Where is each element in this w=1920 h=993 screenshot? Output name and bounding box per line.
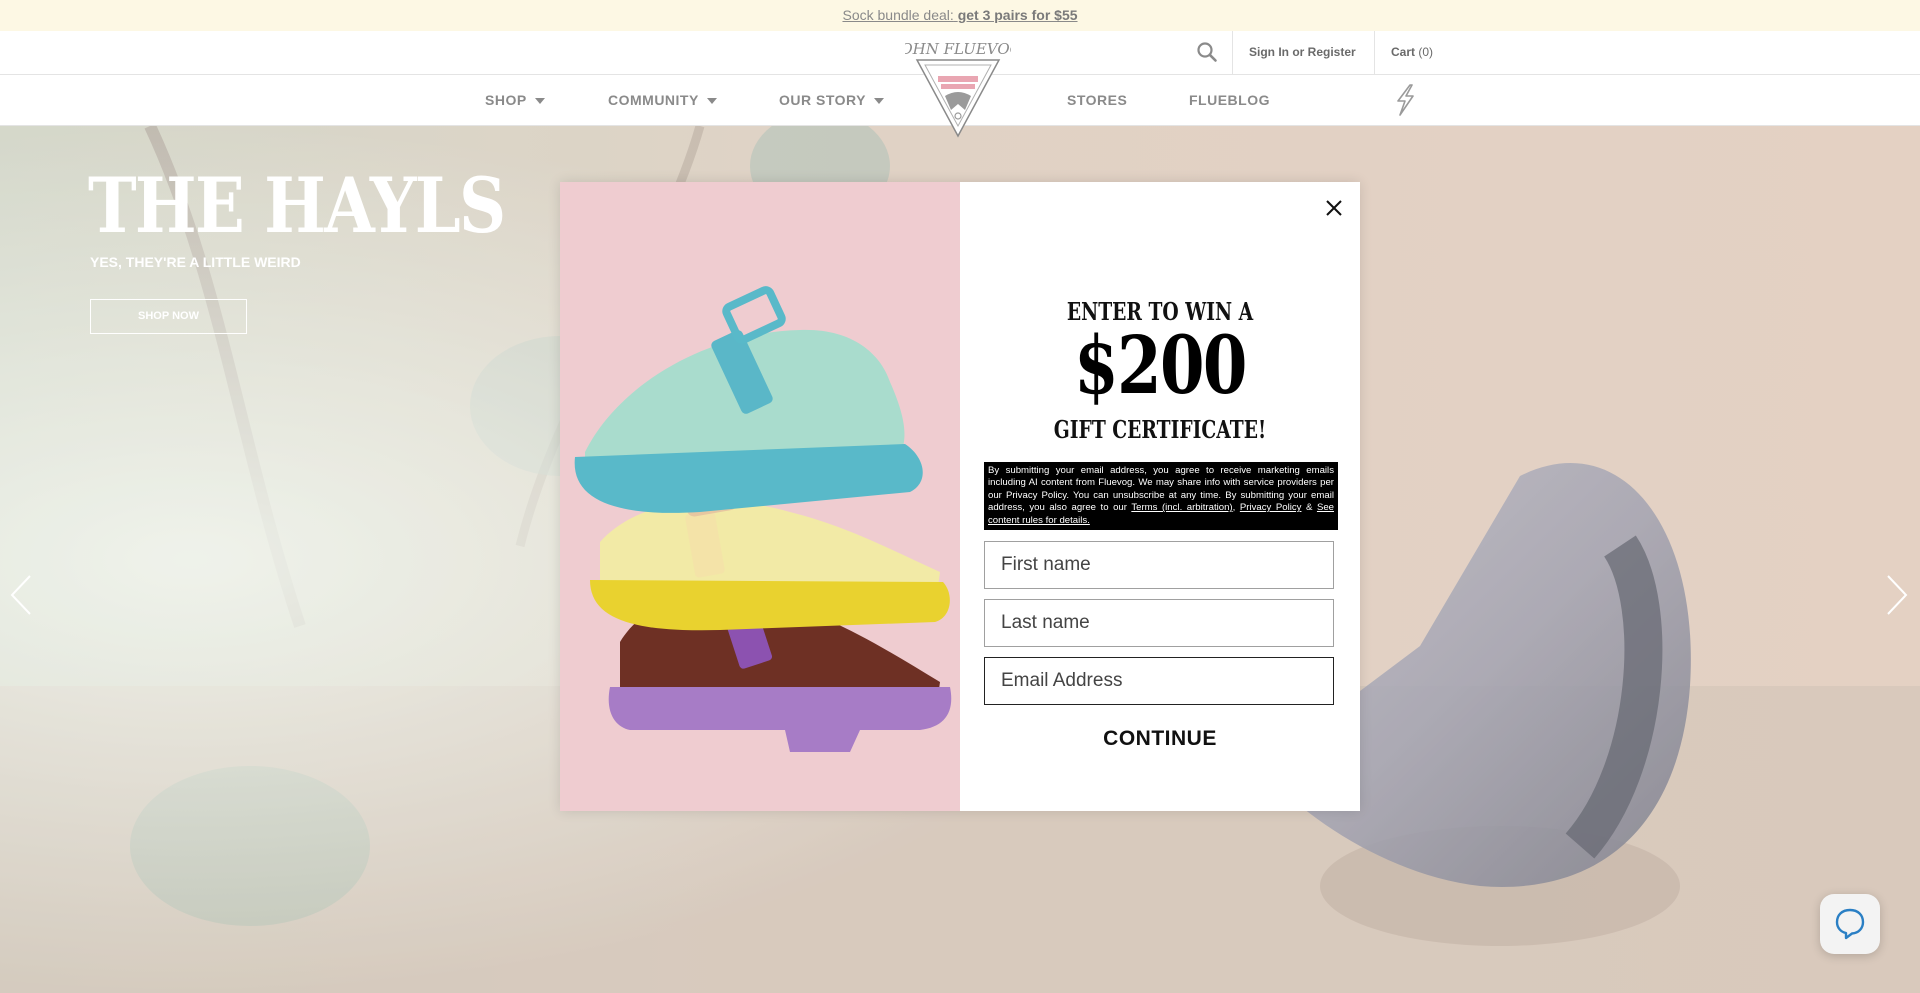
continue-button[interactable]: CONTINUE — [984, 719, 1336, 759]
giveaway-modal: ENTER TO WIN A $200 GIFT CERTIFICATE! By… — [560, 182, 1360, 811]
search-icon[interactable] — [1196, 41, 1218, 63]
cart-link[interactable]: Cart (0) — [1391, 31, 1433, 74]
promo-offer: get 3 pairs for $55 — [957, 7, 1078, 23]
cart-label: Cart — [1391, 45, 1416, 59]
chevron-left-icon[interactable] — [8, 573, 34, 617]
email-field[interactable] — [984, 657, 1334, 705]
caret-down-icon — [706, 98, 717, 105]
nav-community-label: COMMUNITY — [608, 92, 699, 108]
chat-bubble-icon — [1835, 908, 1865, 940]
logo-wordmark: JOHN FLUEVOG — [905, 40, 1011, 58]
nav-flueblog[interactable]: FLUEBLOG — [1189, 75, 1270, 125]
headline-bottom: GIFT CERTIFICATE! — [1053, 415, 1267, 444]
last-name-field[interactable] — [984, 599, 1334, 647]
help-chat-button[interactable] — [1820, 894, 1880, 954]
header-divider — [1374, 31, 1375, 74]
nav-our-story-label: OUR STORY — [779, 92, 866, 108]
sign-in-link[interactable]: Sign In or Register — [1249, 31, 1356, 74]
nav-shop[interactable]: SHOP — [485, 75, 545, 125]
modal-image — [560, 182, 960, 811]
caret-down-icon — [534, 98, 545, 105]
caret-down-icon — [873, 98, 884, 105]
header-divider — [1232, 31, 1233, 74]
prize-amount: $200 — [1074, 318, 1247, 412]
first-name-field[interactable] — [984, 541, 1334, 589]
promo-bar[interactable]: Sock bundle deal: get 3 pairs for $55 — [0, 0, 1920, 31]
nav-stores[interactable]: STORES — [1067, 75, 1127, 125]
privacy-policy-link[interactable]: Privacy Policy — [1240, 502, 1302, 513]
legal-separator: & — [1301, 502, 1317, 514]
fluevog-logo[interactable]: JOHN FLUEVOG — [905, 38, 1011, 138]
modal-form-panel: ENTER TO WIN A $200 GIFT CERTIFICATE! By… — [960, 182, 1360, 811]
legal-separator: , — [1232, 502, 1240, 514]
nav-community[interactable]: COMMUNITY — [608, 75, 717, 125]
legal-disclaimer: By submitting your email address, you ag… — [984, 462, 1338, 530]
lightning-bolt-icon[interactable] — [1392, 84, 1418, 116]
hero-title: THE HAYLS — [88, 161, 506, 250]
terms-link[interactable]: Terms (incl. arbitration) — [1131, 502, 1232, 513]
nav-shop-label: SHOP — [485, 92, 527, 108]
promo-link[interactable]: Sock bundle deal: get 3 pairs for $55 — [842, 7, 1077, 23]
cart-count: (0) — [1418, 45, 1434, 59]
nav-our-story[interactable]: OUR STORY — [779, 75, 884, 125]
promo-lead: Sock bundle deal: — [842, 7, 954, 23]
stacked-shoes-illustration — [560, 182, 960, 811]
hero-subtitle: YES, THEY'RE A LITTLE WEIRD — [90, 254, 301, 270]
chevron-right-icon[interactable] — [1884, 573, 1910, 617]
close-icon[interactable] — [1322, 196, 1346, 220]
shop-now-button[interactable]: SHOP NOW — [90, 299, 247, 334]
